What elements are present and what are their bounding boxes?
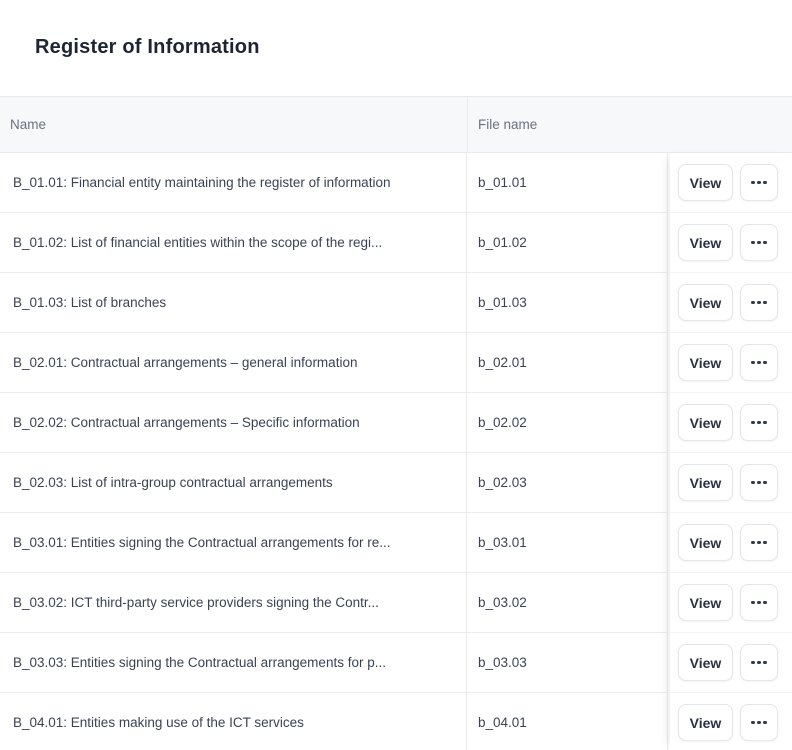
more-options-button[interactable]	[740, 164, 778, 201]
row-name-cell: B_01.01: Financial entity maintaining th…	[0, 153, 467, 212]
view-button[interactable]: View	[678, 524, 733, 561]
column-divider	[467, 97, 468, 152]
row-actions: View	[670, 693, 792, 750]
row-name-cell: B_03.03: Entities signing the Contractua…	[0, 633, 467, 692]
ellipsis-icon	[750, 601, 768, 605]
row-actions: View	[670, 153, 792, 213]
view-button[interactable]: View	[678, 704, 733, 741]
view-button[interactable]: View	[678, 164, 733, 201]
table-row: B_01.03: List of branches b_01.03	[0, 273, 668, 333]
row-name-cell: B_04.01: Entities making use of the ICT …	[0, 693, 467, 750]
table-row: B_03.01: Entities signing the Contractua…	[0, 513, 668, 573]
row-file-name-cell: b_02.01	[467, 333, 668, 392]
more-options-button[interactable]	[740, 224, 778, 261]
more-options-button[interactable]	[740, 644, 778, 681]
more-options-button[interactable]	[740, 584, 778, 621]
ellipsis-icon	[750, 661, 768, 665]
row-file-name-cell: b_03.02	[467, 573, 668, 632]
ellipsis-icon	[750, 421, 768, 425]
row-actions: View	[670, 633, 792, 693]
column-header-file-name: File name	[478, 97, 537, 152]
table-row: B_02.01: Contractual arrangements – gene…	[0, 333, 668, 393]
row-actions: View	[670, 273, 792, 333]
row-name-cell: B_03.01: Entities signing the Contractua…	[0, 513, 467, 572]
more-options-button[interactable]	[740, 524, 778, 561]
row-actions: View	[670, 333, 792, 393]
ellipsis-icon	[750, 241, 768, 245]
row-name-cell: B_03.02: ICT third-party service provide…	[0, 573, 467, 632]
more-options-button[interactable]	[740, 704, 778, 741]
register-of-information-page: Register of Information Name File name B…	[0, 0, 792, 750]
view-button[interactable]: View	[678, 584, 733, 621]
row-file-name-cell: b_02.03	[467, 453, 668, 512]
more-options-button[interactable]	[740, 344, 778, 381]
view-button[interactable]: View	[678, 464, 733, 501]
more-options-button[interactable]	[740, 404, 778, 441]
page-title: Register of Information	[35, 36, 260, 59]
column-header-name: Name	[10, 97, 46, 152]
row-file-name-cell: b_01.01	[467, 153, 668, 212]
ellipsis-icon	[750, 541, 768, 545]
table-row: B_01.02: List of financial entities with…	[0, 213, 668, 273]
row-file-name-cell: b_04.01	[467, 693, 668, 750]
ellipsis-icon	[750, 181, 768, 185]
row-file-name-cell: b_03.01	[467, 513, 668, 572]
row-file-name-cell: b_01.02	[467, 213, 668, 272]
view-button[interactable]: View	[678, 644, 733, 681]
ellipsis-icon	[750, 361, 768, 365]
table-row: B_02.03: List of intra-group contractual…	[0, 453, 668, 513]
view-button[interactable]: View	[678, 224, 733, 261]
table-body: B_01.01: Financial entity maintaining th…	[0, 153, 668, 750]
row-name-cell: B_02.02: Contractual arrangements – Spec…	[0, 393, 467, 452]
ellipsis-icon	[750, 301, 768, 305]
view-button[interactable]: View	[678, 344, 733, 381]
row-actions: View	[670, 213, 792, 273]
table-row: B_04.01: Entities making use of the ICT …	[0, 693, 668, 750]
row-actions: View	[670, 513, 792, 573]
table-row: B_03.03: Entities signing the Contractua…	[0, 633, 668, 693]
row-actions: View	[670, 393, 792, 453]
actions-column: View View View View View View Vi	[670, 153, 792, 750]
row-actions: View	[670, 573, 792, 633]
row-file-name-cell: b_03.03	[467, 633, 668, 692]
row-name-cell: B_02.03: List of intra-group contractual…	[0, 453, 467, 512]
row-actions: View	[670, 453, 792, 513]
row-file-name-cell: b_02.02	[467, 393, 668, 452]
more-options-button[interactable]	[740, 284, 778, 321]
ellipsis-icon	[750, 481, 768, 485]
table-row: B_01.01: Financial entity maintaining th…	[0, 153, 668, 213]
view-button[interactable]: View	[678, 284, 733, 321]
table-row: B_02.02: Contractual arrangements – Spec…	[0, 393, 668, 453]
table-row: B_03.02: ICT third-party service provide…	[0, 573, 668, 633]
more-options-button[interactable]	[740, 464, 778, 501]
row-file-name-cell: b_01.03	[467, 273, 668, 332]
row-name-cell: B_01.02: List of financial entities with…	[0, 213, 467, 272]
row-name-cell: B_01.03: List of branches	[0, 273, 467, 332]
row-name-cell: B_02.01: Contractual arrangements – gene…	[0, 333, 467, 392]
view-button[interactable]: View	[678, 404, 733, 441]
table-header: Name File name	[0, 96, 792, 153]
ellipsis-icon	[750, 721, 768, 725]
